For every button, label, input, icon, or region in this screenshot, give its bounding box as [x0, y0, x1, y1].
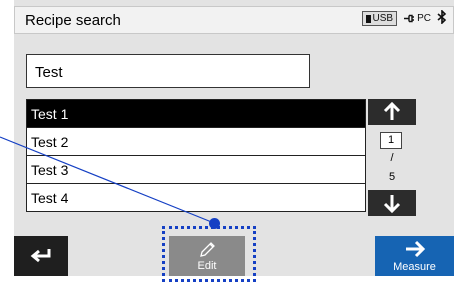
- annotation-highlight-box: [162, 226, 256, 282]
- annotation-dot: [209, 218, 220, 229]
